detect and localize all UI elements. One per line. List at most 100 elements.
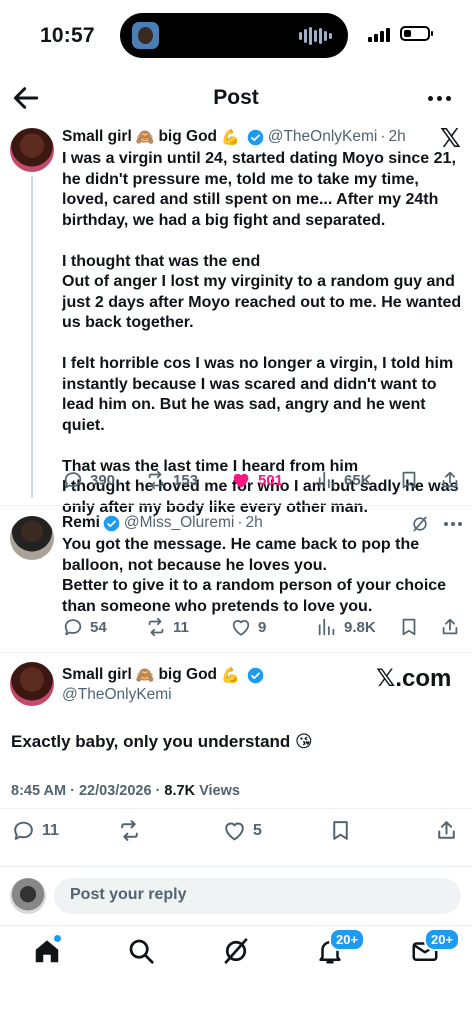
verified-badge-icon <box>247 129 263 145</box>
x-com-watermark: 𝕏.com <box>376 665 452 692</box>
reply-count: 54 <box>90 618 107 636</box>
post-views-label: Views <box>195 783 240 799</box>
share-icon[interactable] <box>439 616 461 638</box>
page-title: Post <box>213 86 259 109</box>
bookmark-icon[interactable] <box>398 469 420 491</box>
like-button[interactable]: 9 <box>230 616 266 638</box>
monkey-emoji: 🙈 <box>135 129 155 146</box>
avatar-miss-oluremi[interactable] <box>10 516 54 560</box>
tab-notifications[interactable]: 20+ <box>315 928 366 966</box>
reply-button[interactable]: 11 <box>11 818 59 843</box>
repost-count: 11 <box>173 618 189 636</box>
tweet2-more-icon[interactable] <box>444 522 462 526</box>
current-user-avatar[interactable] <box>10 878 46 914</box>
post-metadata: 8:45 AM · 22/03/2026 · 8.7K Views <box>11 783 240 799</box>
verified-badge-icon <box>103 515 120 531</box>
home-unread-dot <box>54 935 61 942</box>
tab-home[interactable] <box>32 935 62 966</box>
tweet2-author-row: Remi @Miss_Oluremi · 2h <box>62 514 263 532</box>
like-button[interactable]: 501 <box>230 469 283 491</box>
flexed-biceps-emoji: 💪 <box>221 667 240 684</box>
tab-search[interactable] <box>126 936 156 966</box>
post-age: 2h <box>245 514 263 531</box>
author-name[interactable]: Small girl <box>62 128 132 146</box>
reply-icon <box>64 619 82 636</box>
author-name[interactable]: Small girl <box>62 666 132 684</box>
main-post-text: Exactly baby, only you understand 😘 <box>11 732 313 751</box>
divider <box>0 866 472 867</box>
like-button[interactable]: 5 <box>222 818 262 843</box>
bottom-tab-bar: 20+ 20+ <box>0 926 472 986</box>
like-count: 5 <box>253 821 262 839</box>
audio-waveform-icon <box>299 26 332 46</box>
reply-count: 390 <box>90 471 116 489</box>
post-timestamp: 8:45 AM · 22/03/2026 · <box>11 783 165 799</box>
views-button[interactable]: 65K <box>316 469 372 491</box>
thread-line <box>31 176 33 498</box>
share-icon[interactable] <box>439 469 461 491</box>
tab-messages[interactable]: 20+ <box>410 928 461 966</box>
reply-button[interactable]: 390 <box>62 469 115 491</box>
views-button[interactable]: 9.8K <box>316 616 376 638</box>
author-name-suffix[interactable]: big God <box>158 128 217 146</box>
cellular-signal-icon <box>368 28 390 42</box>
views-chart-icon <box>318 471 335 489</box>
verified-badge-icon <box>247 667 263 683</box>
tweet1-text: I was a virgin until 24, started dating … <box>62 150 462 516</box>
battery-icon <box>400 26 433 41</box>
status-time: 10:57 <box>40 24 95 47</box>
reply-button[interactable]: 54 <box>62 616 107 638</box>
tweet1-author-row: Small girl 🙈 big God 💪 @TheOnlyKemi · 2h <box>62 128 406 146</box>
notifications-badge: 20+ <box>329 928 366 951</box>
heart-icon <box>232 620 250 636</box>
like-count: 9 <box>258 618 267 636</box>
divider <box>0 808 472 809</box>
grok-icon <box>224 938 248 964</box>
avatar-theonlykemi[interactable] <box>10 128 54 172</box>
repost-button[interactable]: 153 <box>145 469 198 491</box>
share-icon[interactable] <box>434 818 459 843</box>
main-post-author-row: Small girl 🙈 big God 💪 <box>62 666 268 684</box>
reply-icon <box>14 821 33 840</box>
bookmark-icon[interactable] <box>328 818 353 843</box>
bookmark-icon[interactable] <box>398 616 420 638</box>
more-options-icon[interactable] <box>422 84 456 112</box>
author-handle[interactable]: @Miss_Oluremi <box>124 514 234 532</box>
grok-icon[interactable] <box>410 514 430 534</box>
author-handle[interactable]: @TheOnlyKemi <box>268 128 378 146</box>
status-bar: 10:57 <box>0 0 472 70</box>
author-handle[interactable]: @TheOnlyKemi <box>62 686 172 704</box>
dynamic-island[interactable] <box>120 13 348 58</box>
top-header: Post <box>0 76 472 120</box>
author-name[interactable]: Remi <box>62 514 100 532</box>
divider <box>0 505 472 506</box>
post-age: 2h <box>388 128 406 145</box>
repost-icon[interactable] <box>117 818 142 843</box>
repost-icon <box>148 470 164 490</box>
monkey-emoji: 🙈 <box>135 667 155 684</box>
reply-bar: Post your reply <box>0 868 472 924</box>
flexed-biceps-emoji: 💪 <box>221 129 240 146</box>
heart-filled-icon <box>233 473 249 488</box>
repost-icon <box>148 617 164 637</box>
repost-count: 153 <box>173 471 199 489</box>
divider <box>0 652 472 653</box>
views-count: 9.8K <box>344 618 376 636</box>
now-playing-app-icon <box>132 22 159 49</box>
author-name-suffix[interactable]: big God <box>158 666 217 684</box>
messages-badge: 20+ <box>424 928 461 951</box>
reply-input[interactable]: Post your reply <box>54 878 461 914</box>
views-count: 65K <box>344 471 372 489</box>
main-post-handle-row: @TheOnlyKemi <box>62 686 172 704</box>
repost-button[interactable]: 11 <box>145 616 189 638</box>
avatar-theonlykemi[interactable] <box>10 662 54 706</box>
views-chart-icon <box>318 618 335 636</box>
tab-grok[interactable] <box>221 936 251 966</box>
like-count: 501 <box>258 471 284 489</box>
reply-count: 11 <box>42 821 59 839</box>
reply-icon <box>64 472 82 489</box>
post-views-count[interactable]: 8.7K <box>164 783 195 799</box>
tweet2-text: You got the message. He came back to pop… <box>62 536 447 615</box>
search-icon <box>129 939 154 964</box>
heart-icon <box>225 822 244 841</box>
